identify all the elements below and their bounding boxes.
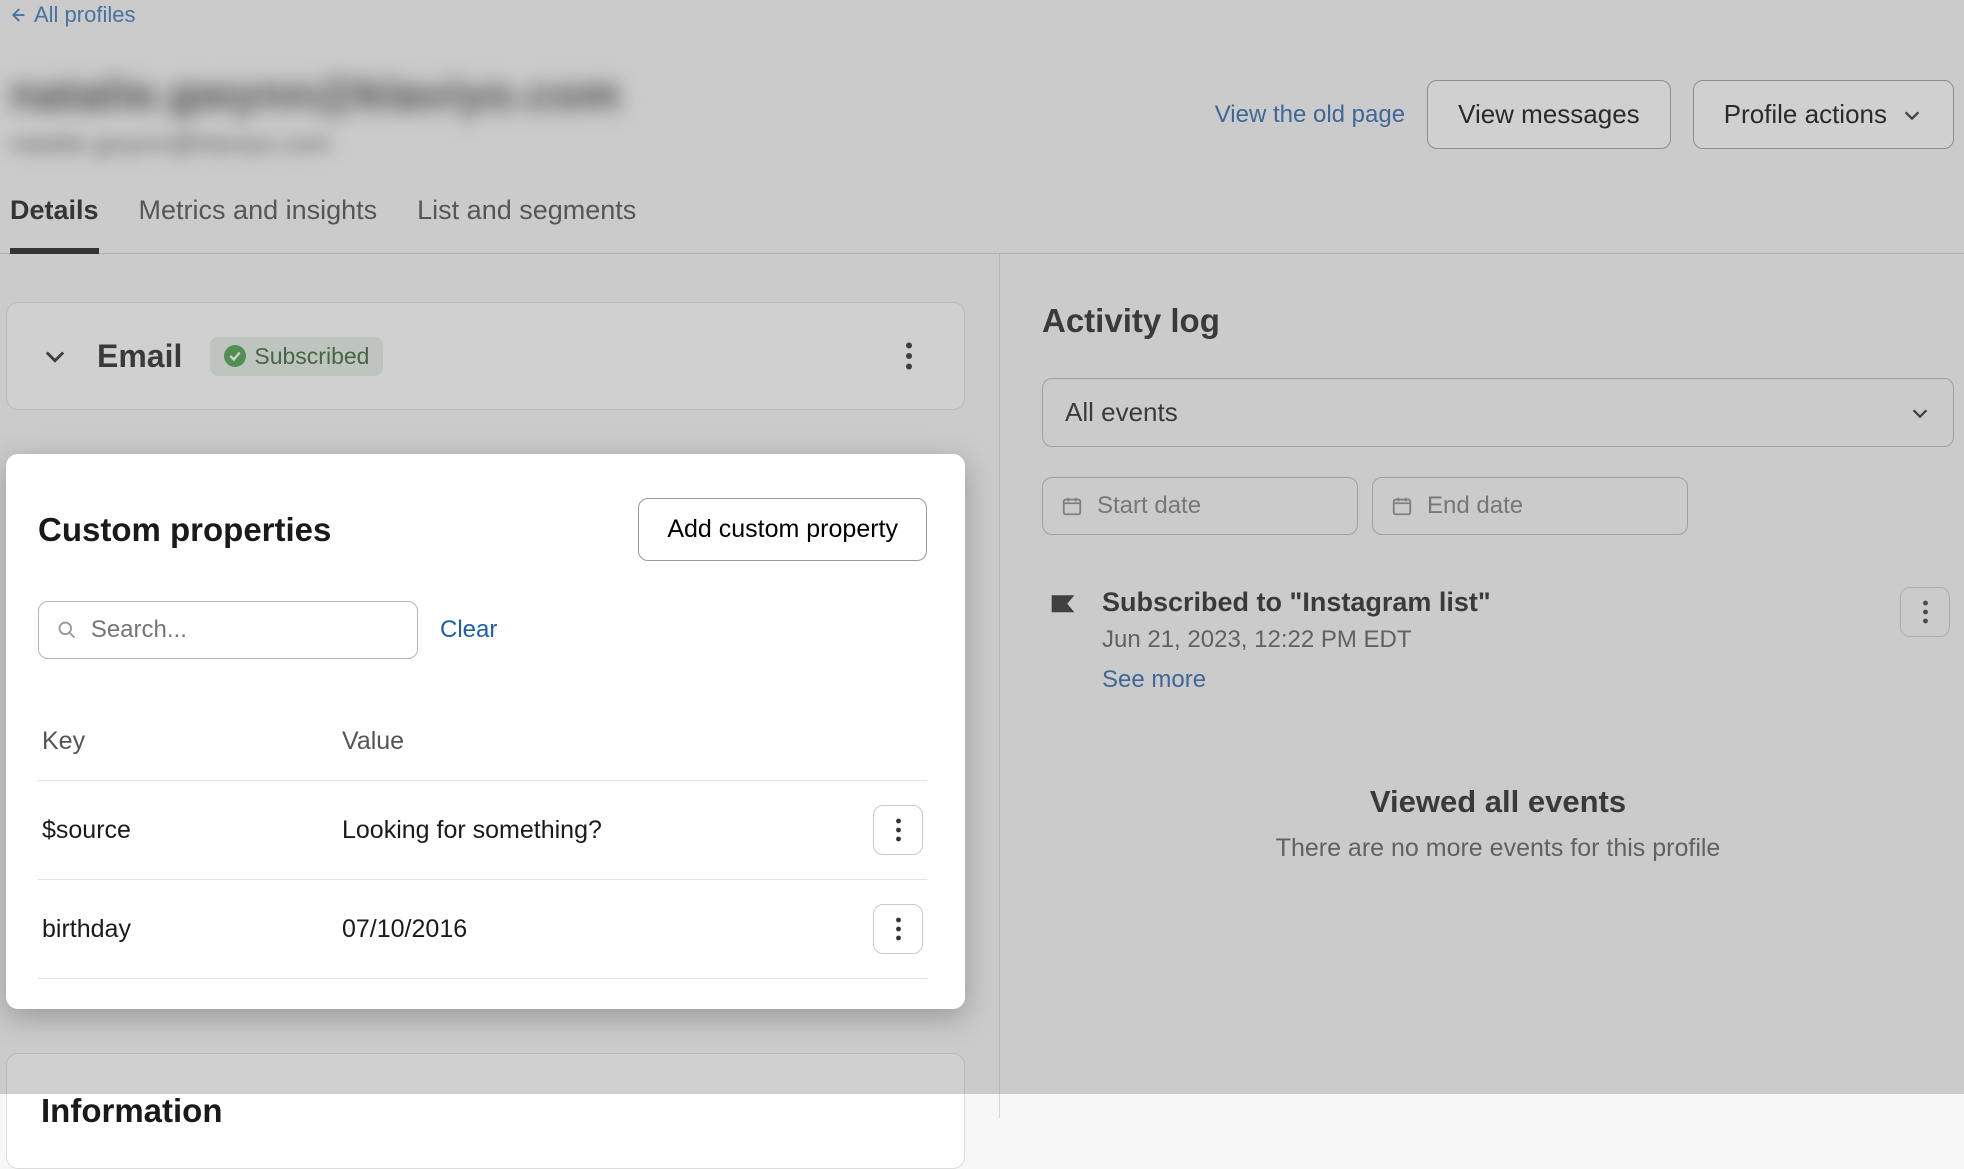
information-title: Information: [41, 1092, 930, 1130]
start-date-placeholder: Start date: [1097, 492, 1201, 520]
start-date-input[interactable]: Start date: [1042, 477, 1358, 535]
back-link-label: All profiles: [34, 2, 135, 28]
arrow-left-icon: [8, 6, 26, 24]
back-to-all-profiles[interactable]: All profiles: [0, 0, 1964, 34]
custom-properties-card: Custom properties Add custom property Cl…: [6, 454, 965, 1009]
col-key: Key: [42, 727, 342, 756]
subscription-status-badge: Subscribed: [210, 337, 383, 376]
activity-event: Subscribed to "Instagram list" Jun 21, 2…: [1042, 565, 1954, 694]
end-date-placeholder: End date: [1427, 492, 1523, 520]
table-row: $source Looking for something?: [38, 781, 927, 880]
search-icon: [57, 619, 77, 641]
email-card-menu[interactable]: [888, 335, 930, 377]
chevron-down-icon: [1909, 402, 1931, 424]
add-custom-property-button[interactable]: Add custom property: [638, 498, 927, 561]
profile-header: natalie.gwynn@klaviyo.com natalie.gwynn@…: [0, 34, 1964, 169]
clear-search-link[interactable]: Clear: [440, 616, 497, 644]
flag-icon: [1046, 591, 1080, 625]
tab-metrics[interactable]: Metrics and insights: [139, 195, 378, 253]
events-filter-value: All events: [1065, 397, 1178, 428]
email-channel-card: Email Subscribed: [6, 302, 965, 410]
profile-actions-label: Profile actions: [1724, 99, 1887, 130]
row-menu[interactable]: [873, 805, 923, 855]
kebab-icon: [895, 818, 902, 842]
view-messages-label: View messages: [1458, 99, 1640, 130]
chevron-down-icon: [1901, 104, 1923, 126]
kebab-icon: [1922, 600, 1929, 624]
activity-end-sub: There are no more events for this profil…: [1042, 834, 1954, 863]
profile-email-sub: natalie.gwynn@klaviyo.com: [10, 128, 621, 159]
activity-end: Viewed all events There are no more even…: [1042, 784, 1954, 863]
kebab-icon: [895, 917, 902, 941]
view-messages-button[interactable]: View messages: [1427, 80, 1671, 149]
tab-details[interactable]: Details: [10, 195, 99, 254]
prop-value: 07/10/2016: [342, 915, 863, 944]
end-date-input[interactable]: End date: [1372, 477, 1688, 535]
kebab-icon: [905, 342, 913, 370]
col-value: Value: [342, 727, 863, 756]
check-circle-icon: [224, 345, 246, 367]
prop-key: birthday: [42, 915, 342, 944]
activity-end-heading: Viewed all events: [1042, 784, 1954, 820]
calendar-icon: [1391, 495, 1413, 517]
prop-value: Looking for something?: [342, 816, 863, 845]
status-text: Subscribed: [254, 343, 369, 370]
events-filter-select[interactable]: All events: [1042, 378, 1954, 447]
custom-properties-title: Custom properties: [38, 511, 331, 549]
profile-tabs: Details Metrics and insights List and se…: [0, 169, 1964, 254]
custom-properties-table: Key Value $source Looking for something?: [38, 703, 927, 979]
email-card-title: Email: [97, 338, 182, 375]
table-row: birthday 07/10/2016: [38, 880, 927, 979]
search-input[interactable]: [91, 616, 399, 644]
row-menu[interactable]: [873, 904, 923, 954]
activity-log-title: Activity log: [1042, 302, 1954, 340]
event-timestamp: Jun 21, 2023, 12:22 PM EDT: [1102, 626, 1878, 654]
information-card: Information: [6, 1053, 965, 1169]
tab-lists-segments[interactable]: List and segments: [417, 195, 636, 253]
chevron-down-icon[interactable]: [41, 342, 69, 370]
calendar-icon: [1061, 495, 1083, 517]
event-see-more[interactable]: See more: [1102, 666, 1878, 694]
custom-properties-search[interactable]: [38, 601, 418, 659]
event-menu[interactable]: [1900, 587, 1950, 637]
prop-key: $source: [42, 816, 342, 845]
event-title: Subscribed to "Instagram list": [1102, 587, 1878, 618]
view-old-page-link[interactable]: View the old page: [1215, 101, 1405, 129]
profile-email-title: natalie.gwynn@klaviyo.com: [10, 70, 621, 120]
profile-actions-button[interactable]: Profile actions: [1693, 80, 1954, 149]
